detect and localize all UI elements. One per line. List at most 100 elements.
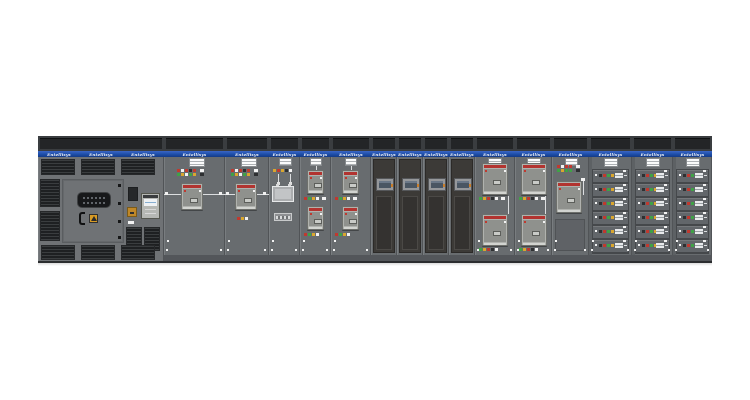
indicator-light	[569, 165, 572, 168]
indicator-label	[254, 173, 258, 176]
air-vent-grille	[686, 158, 700, 167]
bay-nameplate	[334, 240, 336, 242]
breaker-indicator	[543, 170, 545, 172]
breaker-handle	[656, 201, 664, 206]
indicator-light	[691, 174, 694, 177]
hmi-display	[376, 178, 394, 191]
indicator-light	[642, 230, 645, 233]
indicator-light	[642, 174, 645, 177]
indicator-light	[479, 248, 482, 251]
unit-nameplate	[664, 212, 667, 214]
breaker-handle	[656, 229, 664, 234]
vent-louver-grille	[81, 245, 115, 260]
indicator-light	[239, 169, 242, 172]
kick-bolt	[366, 249, 368, 251]
bay-acb-duo-bay-1	[300, 157, 331, 255]
indicator-light	[646, 216, 649, 219]
indicator-light	[650, 216, 653, 219]
indicator-light	[312, 197, 315, 200]
unit-label-dot	[638, 244, 640, 246]
brand-logo: Entellisys	[599, 152, 623, 157]
bay-nameplate	[167, 240, 169, 242]
roof-vent-panel	[591, 138, 630, 149]
indicator-label	[254, 169, 258, 172]
breaker-handle	[615, 215, 623, 220]
indicator-light	[683, 244, 686, 247]
indicator-light	[285, 169, 288, 172]
indicator-label	[501, 197, 505, 200]
indicator-light	[535, 248, 538, 251]
kick-bolt	[547, 249, 549, 251]
breaker-indicator	[524, 221, 526, 223]
feeder-unit-row	[593, 170, 628, 182]
unit-nameplate	[623, 226, 626, 228]
kick-bolt	[333, 249, 335, 251]
indicator-light	[650, 230, 653, 233]
hmi-lower-panel	[454, 196, 470, 250]
indicator-light	[687, 230, 690, 233]
indicator-light	[611, 174, 614, 177]
brand-logo: Entellisys	[304, 152, 328, 157]
brand-logo: Entellisys	[47, 152, 71, 157]
indicator-light	[691, 244, 694, 247]
unit-nameplate	[623, 170, 626, 172]
indicator-light	[561, 169, 564, 172]
indicator-light	[569, 169, 572, 172]
indicator-light	[335, 233, 338, 236]
vent-louver-grille	[81, 159, 115, 175]
roof-vent-panel	[227, 138, 267, 149]
feeder-unit-row	[677, 212, 708, 224]
indicator-light	[347, 233, 350, 236]
breaker-indicator	[345, 213, 347, 215]
cable-entry-connector	[77, 192, 111, 208]
indicator-light	[691, 202, 694, 205]
indicator-light	[277, 169, 280, 172]
mimic-line	[624, 175, 627, 176]
hmi-door	[373, 159, 395, 253]
mimic-line	[665, 231, 668, 232]
mimic-line	[624, 231, 627, 232]
indicator-light	[339, 233, 342, 236]
breaker-nameplate	[567, 198, 575, 203]
indicator-light	[523, 197, 526, 200]
indicator-light	[308, 233, 311, 236]
bay-feeder-bay-1	[589, 157, 632, 255]
air-vent-grille	[646, 158, 660, 167]
mimic-node	[219, 192, 222, 195]
indicator-light	[599, 202, 602, 205]
bay-feeder-bay-3	[673, 157, 712, 255]
hmi-lower-panel	[376, 196, 392, 250]
indicator-label	[576, 165, 580, 168]
indicator-light	[247, 173, 250, 176]
indicator-light	[599, 174, 602, 177]
mimic-node	[226, 192, 229, 195]
bay-acb-bay-3	[552, 157, 589, 255]
unit-nameplate	[623, 240, 626, 242]
hmi-screen	[431, 181, 443, 188]
mimic-line	[665, 189, 668, 190]
bay-acb-duo-bay-3	[475, 157, 515, 255]
kick-bolt	[220, 249, 222, 251]
brand-logo: Entellisys	[483, 152, 507, 157]
brand-logo: Entellisys	[339, 152, 363, 157]
door-hinge	[118, 184, 121, 187]
indicator-light	[531, 197, 534, 200]
unit-label-dot	[679, 216, 681, 218]
brand-logo: Entellisys	[183, 152, 207, 157]
connector-pin	[91, 202, 93, 204]
feeder-unit-row	[636, 198, 669, 210]
indicator-light	[304, 233, 307, 236]
mimic-line	[704, 203, 707, 204]
breaker-indicator	[320, 177, 322, 179]
feeder-unit-row	[677, 198, 708, 210]
indicator-light	[289, 169, 292, 172]
indicator-light	[683, 216, 686, 219]
hmi-display	[454, 178, 472, 191]
indicator-light	[491, 197, 494, 200]
connector-pin	[103, 202, 105, 204]
breaker-indicator	[543, 221, 545, 223]
breaker-trip-strip	[558, 183, 580, 186]
indicator-light	[611, 230, 614, 233]
breaker-face	[237, 189, 255, 206]
indicator-light	[316, 197, 319, 200]
